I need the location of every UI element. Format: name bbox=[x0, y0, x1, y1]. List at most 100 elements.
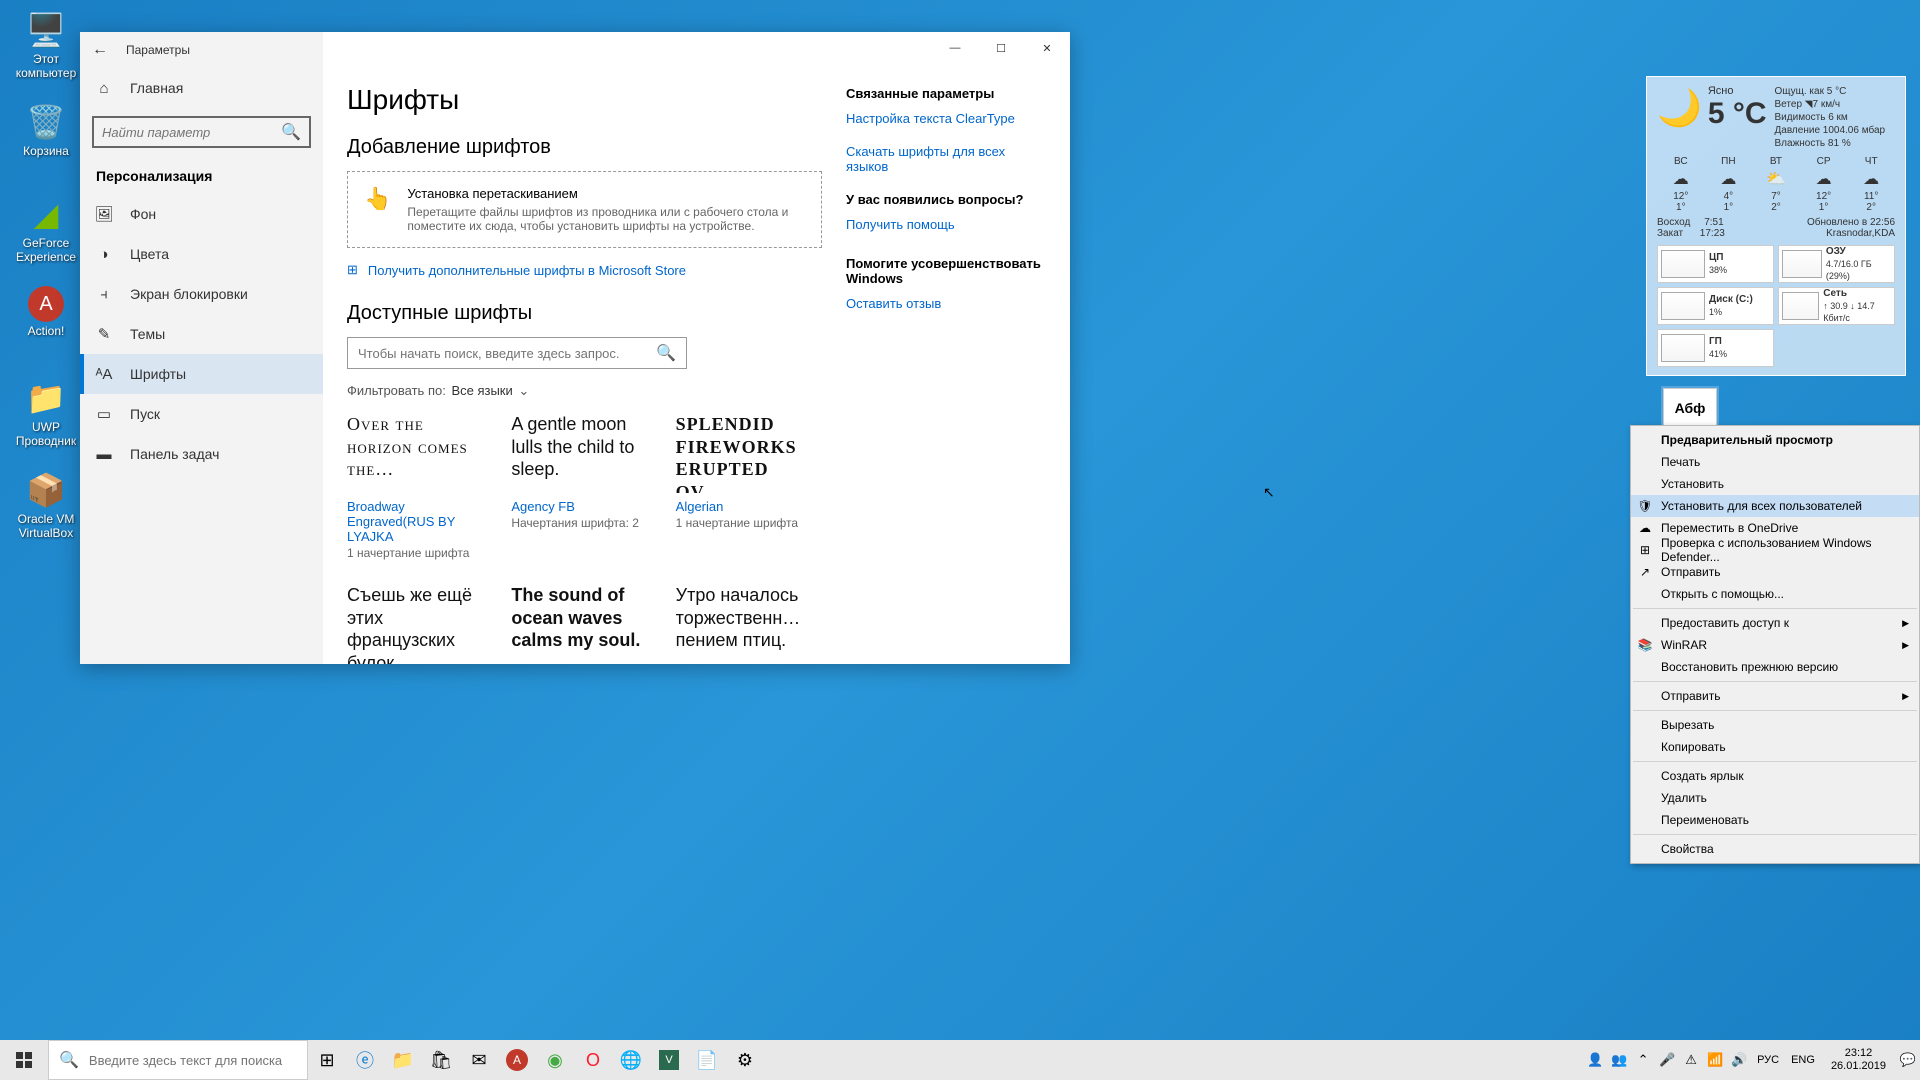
sidebar-item-home[interactable]: ⌂Главная bbox=[80, 68, 323, 108]
store-link[interactable]: ⊞Получить дополнительные шрифты в Micros… bbox=[347, 262, 822, 278]
settings-window: ← Параметры ⌂Главная 🔍 Персонализация 🖼Ф… bbox=[80, 32, 1070, 664]
menu-item[interactable]: Свойства bbox=[1631, 838, 1919, 860]
menu-separator bbox=[1633, 834, 1917, 835]
menu-item[interactable]: ⊞Проверка с использованием Windows Defen… bbox=[1631, 539, 1919, 561]
tray-warn[interactable]: ⚠ bbox=[1679, 1040, 1703, 1080]
weather-widget[interactable]: 🌙 Ясно 5 °C Ощущ. как 5 °CВетер ◥7 км/чВ… bbox=[1646, 76, 1906, 376]
tray-mic[interactable]: 🎤 bbox=[1655, 1040, 1679, 1080]
font-card[interactable]: A gentle moon lulls the child to sleep.A… bbox=[511, 413, 657, 560]
questions-feedback-heading: У вас появились вопросы? bbox=[846, 192, 1046, 207]
tray-notifications[interactable]: 💬 bbox=[1896, 1040, 1920, 1080]
taskbar-store[interactable]: 🛍 bbox=[422, 1040, 460, 1080]
font-card[interactable]: Съешь же ещё этих французских булок.Aria… bbox=[347, 584, 493, 664]
menu-item[interactable]: Восстановить прежнюю версию bbox=[1631, 656, 1919, 678]
tray-clock[interactable]: 23:1226.01.2019 bbox=[1821, 1047, 1896, 1073]
taskbar-mail[interactable]: ✉ bbox=[460, 1040, 498, 1080]
get-help-link[interactable]: Получить помощь bbox=[846, 217, 1046, 232]
desktop-icon-uwp[interactable]: 📁UWP Проводник bbox=[10, 378, 82, 450]
forecast-day: ПН☁4°1° bbox=[1705, 156, 1753, 213]
font-card[interactable]: Over the horizon comes the…Broadway Engr… bbox=[347, 413, 493, 560]
menu-item[interactable]: Предоставить доступ к▶ bbox=[1631, 612, 1919, 634]
font-card[interactable]: The sound of ocean waves calms my soul.A… bbox=[511, 584, 657, 664]
stat-graph bbox=[1661, 292, 1705, 320]
taskbar: 🔍 ⊞ ⓔ 📁 🛍 ✉ A ◉ O 🌐 V 📄 ⚙ 👤 👥 ⌃ 🎤 ⚠ 📶 🔊 … bbox=[0, 1040, 1920, 1080]
font-file-icon[interactable]: Абф bbox=[1663, 388, 1717, 428]
font-search-input[interactable] bbox=[358, 346, 656, 361]
settings-sidebar: ← Параметры ⌂Главная 🔍 Персонализация 🖼Ф… bbox=[80, 32, 323, 664]
tray-people[interactable]: 👥 bbox=[1607, 1040, 1631, 1080]
cleartype-link[interactable]: Настройка текста ClearType bbox=[846, 111, 1046, 126]
font-icon: ᴬA bbox=[96, 366, 112, 382]
feedback-link[interactable]: Оставить отзыв bbox=[846, 296, 1046, 311]
desktop-icon-trash[interactable]: 🗑️Корзина bbox=[10, 102, 82, 174]
desktop-icon-vbox[interactable]: 📦Oracle VM VirtualBox bbox=[10, 470, 82, 542]
menu-item[interactable]: Копировать bbox=[1631, 736, 1919, 758]
menu-item[interactable]: ↗Отправить bbox=[1631, 561, 1919, 583]
desktop-icons: 🖥️Этот компьютер 🗑️Корзина ◢GeForce Expe… bbox=[10, 10, 82, 562]
maximize-button[interactable]: ☐ bbox=[978, 32, 1024, 64]
home-icon: ⌂ bbox=[96, 80, 112, 96]
menu-item[interactable]: Создать ярлык bbox=[1631, 765, 1919, 787]
sidebar-item-fonts[interactable]: ᴬAШрифты bbox=[80, 354, 323, 394]
taskbar-app2[interactable]: V bbox=[650, 1040, 688, 1080]
minimize-button[interactable]: — bbox=[932, 32, 978, 64]
taskbar-edge[interactable]: ⓔ bbox=[346, 1040, 384, 1080]
taskbar-explorer[interactable]: 📁 bbox=[384, 1040, 422, 1080]
taskbar-chrome[interactable]: 🌐 bbox=[612, 1040, 650, 1080]
tray-lang1[interactable]: РУС bbox=[1751, 1054, 1785, 1066]
sidebar-item-taskbar[interactable]: ▬Панель задач bbox=[80, 434, 323, 474]
menu-item[interactable]: Открыть с помощью... bbox=[1631, 583, 1919, 605]
start-button[interactable] bbox=[0, 1040, 48, 1080]
search-input[interactable] bbox=[102, 125, 281, 140]
tray-volume[interactable]: 🔊 bbox=[1727, 1040, 1751, 1080]
menu-item[interactable]: Вырезать bbox=[1631, 714, 1919, 736]
stat-graph bbox=[1782, 292, 1819, 320]
sidebar-item-colors[interactable]: ◑Цвета bbox=[80, 234, 323, 274]
desktop-icon-geforce[interactable]: ◢GeForce Experience bbox=[10, 194, 82, 266]
stat-graph bbox=[1661, 334, 1705, 362]
back-button[interactable]: ← bbox=[92, 41, 108, 59]
settings-aside: Связанные параметры Настройка текста Cle… bbox=[846, 68, 1046, 664]
sidebar-item-background[interactable]: 🖼Фон bbox=[80, 194, 323, 234]
menu-item[interactable]: Переименовать bbox=[1631, 809, 1919, 831]
menu-item[interactable]: 📚WinRAR▶ bbox=[1631, 634, 1919, 656]
taskbar-settings[interactable]: ⚙ bbox=[726, 1040, 764, 1080]
menu-item[interactable]: Удалить bbox=[1631, 787, 1919, 809]
taskbar-opera[interactable]: O bbox=[574, 1040, 612, 1080]
stat-graph bbox=[1661, 250, 1705, 278]
font-card[interactable]: Утро началось торжественн… пением птиц.B… bbox=[676, 584, 822, 664]
trash-icon: 🗑️ bbox=[26, 102, 66, 142]
sidebar-item-start[interactable]: ▭Пуск bbox=[80, 394, 323, 434]
close-button[interactable]: ✕ bbox=[1024, 32, 1070, 64]
desktop-icon-action[interactable]: AAction! bbox=[10, 286, 82, 358]
font-card[interactable]: SPLENDID FIREWORKS ERUPTED OV…Algerian1 … bbox=[676, 413, 822, 560]
menu-item[interactable]: Отправить▶ bbox=[1631, 685, 1919, 707]
tray-user[interactable]: 👤 bbox=[1583, 1040, 1607, 1080]
cursor: ↖ bbox=[1263, 484, 1275, 501]
taskbar-app1[interactable]: ◉ bbox=[536, 1040, 574, 1080]
taskbar-notepad[interactable]: 📄 bbox=[688, 1040, 726, 1080]
stat-card: ЦП38% bbox=[1657, 245, 1774, 283]
taskbar-search[interactable]: 🔍 bbox=[48, 1040, 308, 1080]
menu-item[interactable]: 🛡Установить для всех пользователей bbox=[1631, 495, 1919, 517]
tray-expand[interactable]: ⌃ bbox=[1631, 1040, 1655, 1080]
font-drop-zone[interactable]: 👆 Установка перетаскиванием Перетащите ф… bbox=[347, 171, 822, 248]
font-search[interactable]: 🔍 bbox=[347, 337, 687, 369]
desktop-icon-computer[interactable]: 🖥️Этот компьютер bbox=[10, 10, 82, 82]
download-fonts-link[interactable]: Скачать шрифты для всех языков bbox=[846, 144, 1046, 174]
settings-search[interactable]: 🔍 bbox=[92, 116, 311, 148]
menu-item[interactable]: Установить bbox=[1631, 473, 1919, 495]
font-filter[interactable]: Фильтровать по: Все языки ⌄ bbox=[347, 383, 822, 399]
taskbar-search-input[interactable] bbox=[89, 1053, 297, 1068]
search-icon: 🔍 bbox=[656, 343, 676, 363]
tray-lang2[interactable]: ENG bbox=[1785, 1054, 1821, 1066]
sidebar-item-lockscreen[interactable]: ⫞Экран блокировки bbox=[80, 274, 323, 314]
font-name: Agency FB bbox=[511, 499, 657, 514]
task-view-button[interactable]: ⊞ bbox=[308, 1040, 346, 1080]
sidebar-item-themes[interactable]: ✎Темы bbox=[80, 314, 323, 354]
menu-item[interactable]: Предварительный просмотр bbox=[1631, 429, 1919, 451]
font-meta: 1 начертание шрифта bbox=[347, 546, 493, 560]
tray-network[interactable]: 📶 bbox=[1703, 1040, 1727, 1080]
taskbar-action[interactable]: A bbox=[498, 1040, 536, 1080]
menu-item[interactable]: Печать bbox=[1631, 451, 1919, 473]
